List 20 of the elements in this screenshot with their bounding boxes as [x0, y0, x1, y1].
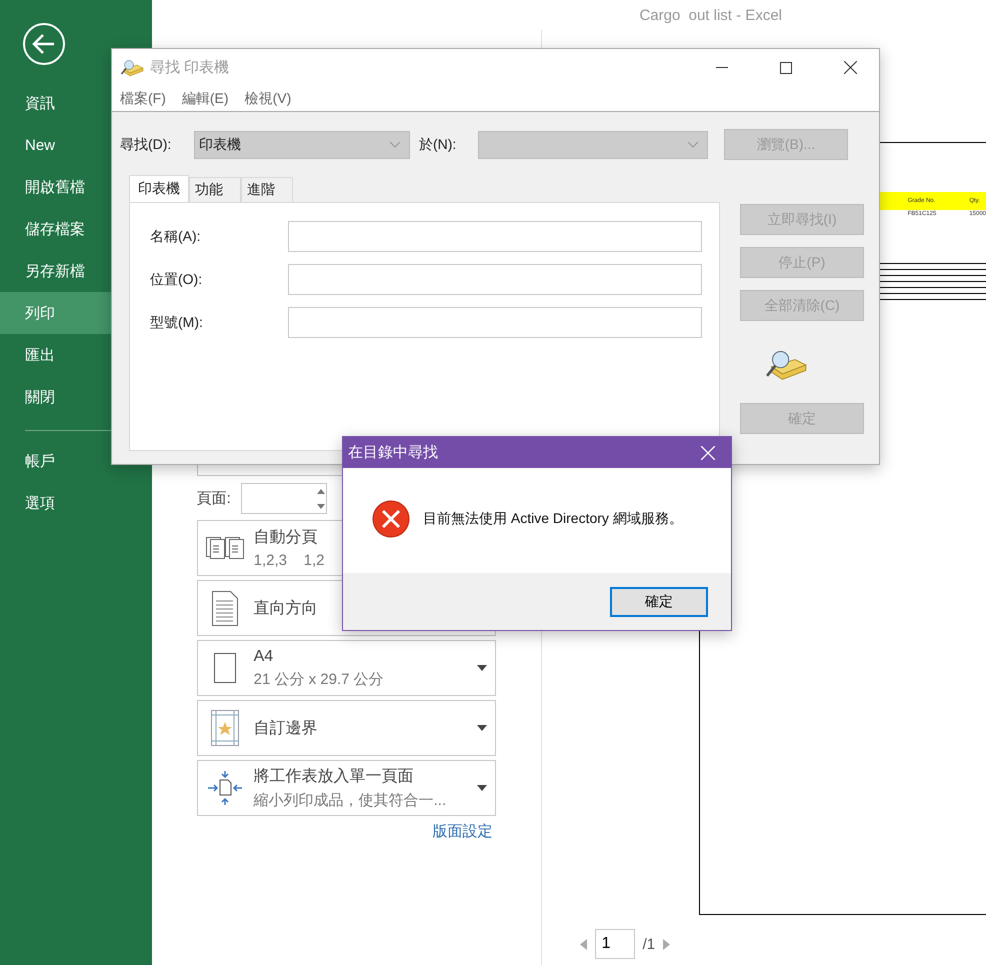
dialog-title: 在目錄中尋找 [348, 443, 439, 462]
setting-subtitle: 21 公分 x 29.7 公分 [254, 670, 384, 688]
setting-subtitle: 1,2,3 1,2 [254, 552, 325, 569]
field-label: 位置(O): [150, 270, 204, 288]
find-label: 尋找(D): [120, 136, 172, 154]
window-title: Cargo out list - Excel [639, 6, 782, 24]
page-total: /1 [642, 936, 656, 952]
setting-title: 自動分頁 [254, 528, 319, 548]
field-label: 名稱(A): [150, 228, 202, 246]
setting-subtitle: 縮小列印成品，使其符合一... [254, 791, 446, 810]
setting-title: 直向方向 [254, 598, 318, 618]
dropdown-value: 印表機 [199, 136, 241, 154]
setting-title: 將工作表放入單一頁面 [254, 766, 415, 787]
error-message: 目前無法使用 Active Directory 網域服務。 [423, 510, 683, 528]
in-label: 於(N): [419, 136, 458, 154]
setting-title: 自訂邊界 [254, 718, 318, 738]
field-label: 型號(M): [150, 314, 204, 332]
pages-label: 頁面: [196, 488, 231, 508]
setting-title: A4 [254, 648, 274, 666]
dialog-title: 尋找 印表機 [150, 58, 230, 77]
